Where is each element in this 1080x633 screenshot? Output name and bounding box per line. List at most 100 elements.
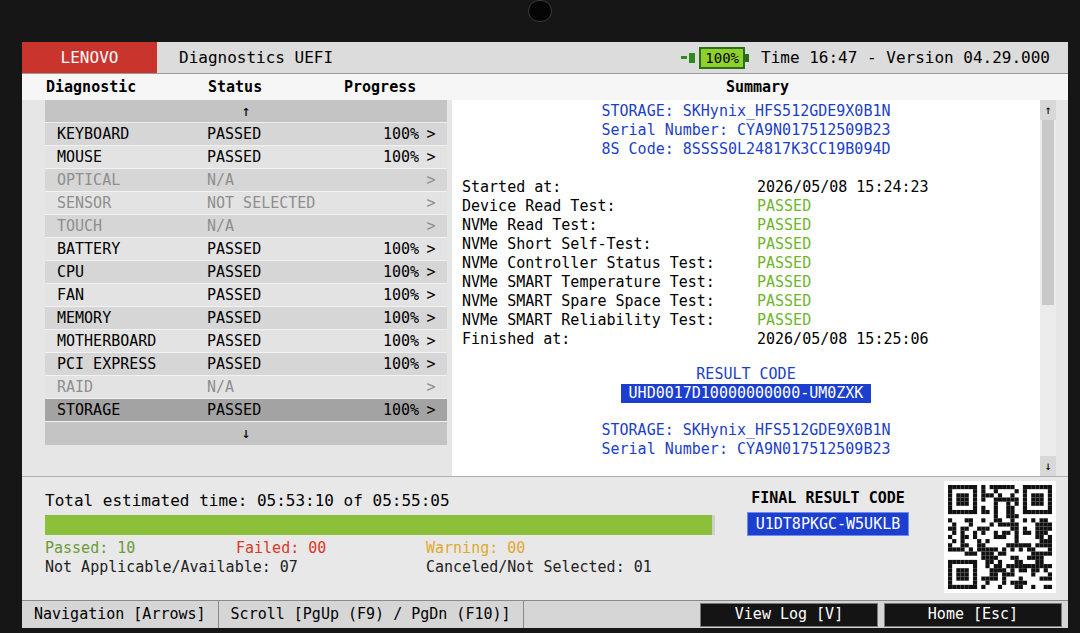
diagnostic-name: SENSOR (57, 192, 207, 215)
diagnostic-row[interactable]: SENSORNOT SELECTED > (45, 192, 447, 215)
diagnostic-status: PASSED (207, 284, 357, 307)
diagnostic-status: PASSED (207, 238, 357, 261)
time-version: Time 16:47 - Version 04.29.000 (761, 46, 1050, 70)
diagnostic-row[interactable]: CPUPASSED100%> (45, 261, 447, 284)
row-content: OPTICALN/A > (45, 169, 447, 192)
final-section: FINAL RESULT CODEU1DT8PKGC-W5UKLB (712, 477, 1068, 600)
app-title: Diagnostics UEFI (179, 46, 333, 70)
row-content: BATTERYPASSED100%> (45, 238, 447, 261)
summary-label: NVMe Read Test: (452, 216, 757, 235)
diagnostic-row[interactable]: MOTHERBOARDPASSED100%> (45, 330, 447, 353)
summary-value: PASSED (757, 254, 811, 273)
summary-gap (452, 159, 1040, 178)
summary-row: Device Read Test:PASSED (452, 197, 1040, 216)
total-progress-track (45, 515, 715, 535)
result-code-label: RESULT CODE (452, 365, 1040, 384)
summary-value: PASSED (757, 311, 811, 330)
diagnostic-row[interactable]: BATTERYPASSED100%> (45, 238, 447, 261)
diagnostic-row[interactable]: STORAGEPASSED100%> (45, 399, 447, 422)
diagnostic-row[interactable]: FANPASSED100%> (45, 284, 447, 307)
diagnostic-row[interactable]: TOUCHN/A> (45, 215, 447, 238)
row-arrow: > (419, 238, 443, 261)
summary-scrollbar[interactable]: ↑↓ (1040, 100, 1056, 476)
diagnostic-status: PASSED (207, 307, 357, 330)
stat-item: Not Applicable/Available: 07 (45, 558, 426, 577)
diagnostic-row[interactable]: KEYBOARDPASSED100%> (45, 123, 447, 146)
diagnostic-status: N/A (207, 215, 357, 238)
diagnostic-name: KEYBOARD (57, 123, 207, 146)
scroll-track (1040, 120, 1056, 456)
row-content: MOTHERBOARDPASSED100%> (45, 330, 447, 353)
diagnostic-name: RAID (57, 376, 207, 399)
result-code-wrap: UHD0017D10000000000-UM0ZXK (452, 384, 1040, 403)
row-arrow: > (419, 399, 443, 422)
diagnostic-column: Diagnostic (46, 76, 208, 99)
qr-pattern-icon (948, 485, 1052, 589)
stat-item: Failed: 00 (236, 539, 426, 558)
row-content: PCI EXPRESSPASSED100%> (45, 353, 447, 376)
diagnostic-row[interactable]: OPTICALN/A > (45, 169, 447, 192)
scroll-thumb[interactable] (1042, 120, 1054, 305)
summary-device-line: Serial Number: CYA9N017512509B23 (452, 440, 1040, 459)
brand-logo: LENOVO (22, 42, 157, 73)
summary-column: Summary (447, 76, 1068, 99)
row-content: STORAGEPASSED100%> (45, 399, 447, 422)
footer-button[interactable]: View Log [V] (700, 603, 878, 627)
laptop-display: LENOVO Diagnostics UEFI 100% Time 16:47 - V… (0, 0, 1080, 633)
diagnostic-status: PASSED (207, 330, 357, 353)
summary-gap (452, 403, 1040, 421)
summary-label: NVMe SMART Reliability Test: (452, 311, 757, 330)
diagnostic-status: N/A (207, 169, 357, 192)
diagnostic-progress: 100% (357, 284, 419, 307)
summary-value: PASSED (757, 235, 811, 254)
row-arrow: > (419, 169, 443, 192)
diagnostic-name: OPTICAL (57, 169, 207, 192)
row-content: CPUPASSED100%> (45, 261, 447, 284)
diagnostic-row[interactable]: PCI EXPRESSPASSED100%> (45, 353, 447, 376)
scroll-up-row[interactable]: ↑ (45, 100, 447, 123)
diagnostic-status: NOT SELECTED (207, 192, 357, 215)
diagnostic-progress: 100% (357, 353, 419, 376)
summary-row: Finished at:2026/05/08 15:25:06 (452, 330, 1040, 349)
header-bar: LENOVODiagnostics UEFI100%Time 16:47 - V… (22, 42, 1068, 74)
diagnostic-status: PASSED (207, 123, 357, 146)
row-arrow: > (419, 192, 443, 215)
result-code: UHD0017D10000000000-UM0ZXK (621, 384, 872, 403)
result-stats: Passed: 10Failed: 00Warning: 00Not Appli… (45, 539, 712, 577)
final-code-label: FINAL RESULT CODE (751, 487, 905, 510)
row-arrow: > (419, 146, 443, 169)
summary-label: Started at: (452, 178, 757, 197)
diagnostic-row[interactable]: RAIDN/A> (45, 376, 447, 399)
summary-value: PASSED (757, 216, 811, 235)
row-arrow: > (419, 261, 443, 284)
status-column: Status (208, 76, 344, 99)
scroll-down-button[interactable]: ↓ (1040, 456, 1056, 476)
diagnostic-progress: 100% (357, 238, 419, 261)
row-arrow: > (419, 307, 443, 330)
summary-device-line: 8S Code: 8SSSS0L24817K3CC19B094D (452, 140, 1040, 159)
final-code-box: FINAL RESULT CODEU1DT8PKGC-W5UKLB (712, 477, 944, 600)
summary-label: Finished at: (452, 330, 757, 349)
footer-hint: Navigation [Arrows] (22, 601, 219, 628)
diagnostic-name: MOUSE (57, 146, 207, 169)
diagnostic-name: STORAGE (57, 399, 207, 422)
footer-button[interactable]: Home [Esc] (884, 603, 1062, 627)
diagnostic-progress: 100% (357, 146, 419, 169)
main-area: ↑KEYBOARDPASSED100%>MOUSEPASSED100%>OPTI… (22, 100, 1068, 476)
summary-row: NVMe Read Test:PASSED (452, 216, 1040, 235)
footer-hint: Scroll [PgUp (F9) / PgDn (F10)] (219, 601, 524, 628)
scroll-down-row[interactable]: ↓ (45, 422, 447, 445)
top-bezel (0, 0, 1080, 42)
summary-gap (452, 349, 1040, 365)
diagnostic-progress: 100% (357, 330, 419, 353)
scroll-up-button[interactable]: ↑ (1040, 100, 1056, 120)
progress-section: Total estimated time: 05:53:10 of 05:55:… (22, 477, 712, 600)
diagnostic-row[interactable]: MOUSEPASSED100%> (45, 146, 447, 169)
row-arrow: > (419, 376, 443, 399)
diagnostic-progress: 100% (357, 261, 419, 284)
summary-device-line: Serial Number: CYA9N017512509B23 (452, 121, 1040, 140)
summary-label: NVMe Controller Status Test: (452, 254, 757, 273)
diagnostic-row[interactable]: MEMORYPASSED100%> (45, 307, 447, 330)
row-content: KEYBOARDPASSED100%> (45, 123, 447, 146)
progress-column: Progress (344, 76, 416, 99)
